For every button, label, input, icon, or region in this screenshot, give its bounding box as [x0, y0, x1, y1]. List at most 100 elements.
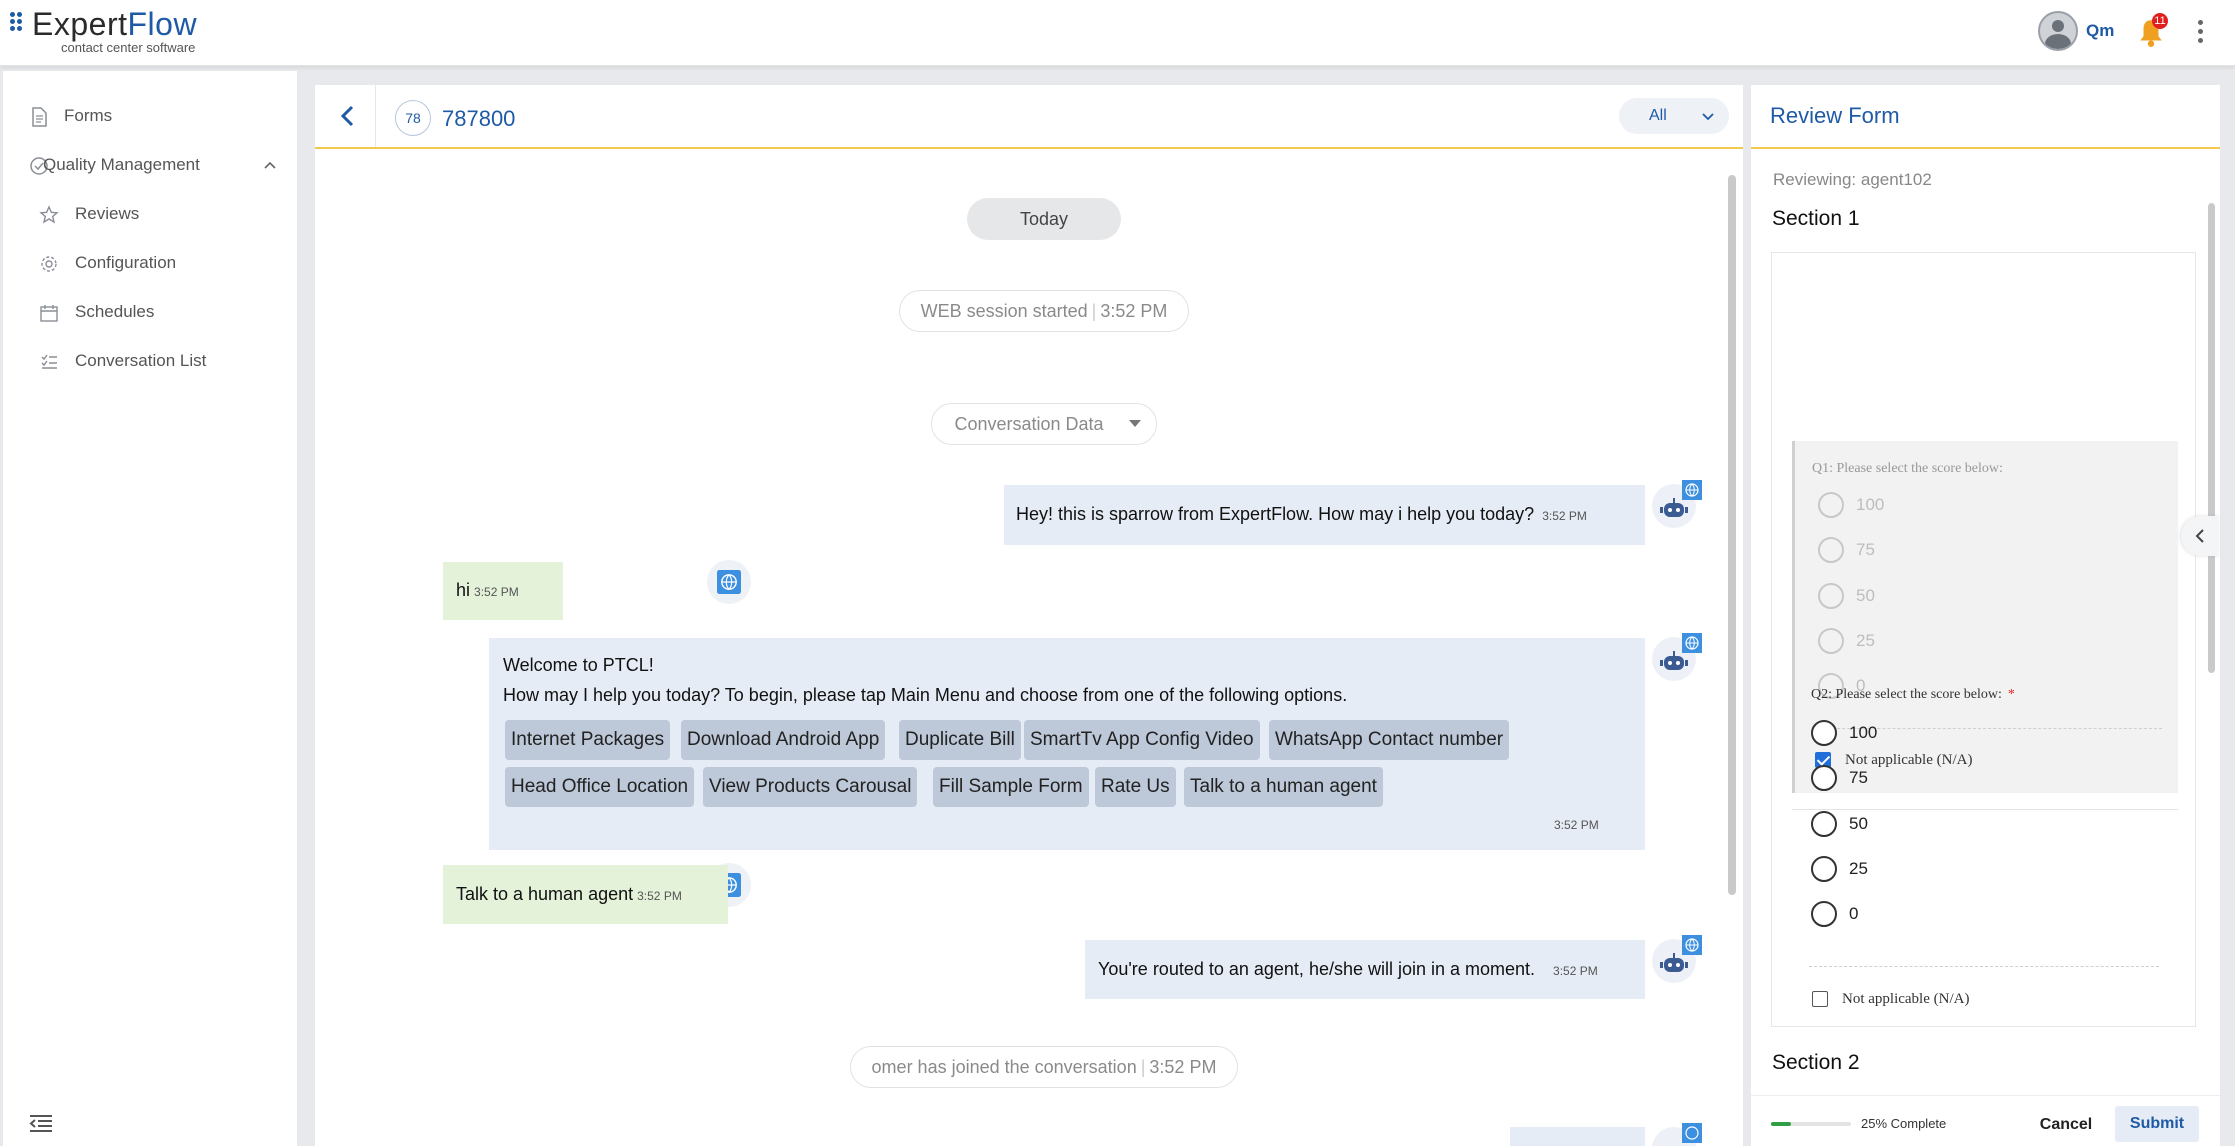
- customer-avatar: [707, 560, 751, 604]
- conversation-data-label: Conversation Data: [954, 414, 1104, 434]
- chevron-left-icon: [2195, 529, 2204, 543]
- quick-reply-button[interactable]: Internet Packages: [505, 720, 671, 760]
- quick-reply-button[interactable]: Head Office Location: [505, 767, 695, 807]
- bot-message: Hey! this is sparrow from ExpertFlow. Ho…: [1004, 485, 1645, 545]
- web-channel-icon: [1682, 633, 1702, 653]
- required-mark: *: [2007, 687, 2015, 702]
- message-text: hi: [456, 580, 471, 600]
- web-channel-icon: [717, 570, 741, 594]
- q1-option-50[interactable]: 50: [1818, 582, 1875, 610]
- q2-option-100[interactable]: 100: [1811, 719, 1877, 747]
- reviewing-agent: Reviewing: agent102: [1773, 170, 1932, 189]
- top-bar: ExpertFlow contact center software Qm 11: [0, 0, 2235, 66]
- caret-down-icon: [1129, 420, 1141, 427]
- option-label: 100: [1849, 723, 1878, 742]
- gear-icon: [41, 256, 57, 272]
- option-label: 100: [1856, 495, 1885, 514]
- date-separator: Today: [967, 198, 1121, 240]
- agent-joined-notice: omer has joined the conversation | 3:52 PM: [850, 1046, 1238, 1088]
- collapse-sidebar-icon[interactable]: [28, 1114, 54, 1134]
- radio-button: [1818, 628, 1844, 654]
- sidebar-item-label: Schedules: [75, 302, 155, 321]
- q2-option-0[interactable]: 0: [1811, 900, 1858, 928]
- sidebar-item-label: Quality Management: [43, 155, 200, 174]
- sidebar-item-label: Configuration: [75, 253, 177, 272]
- collapse-review-panel-button[interactable]: [2181, 516, 2219, 556]
- review-form-header: Review Form: [1751, 85, 2220, 149]
- sidebar-item-quality-management[interactable]: Quality Management: [3, 145, 297, 185]
- session-time: 3:52 PM: [1100, 301, 1168, 321]
- message-filter-select[interactable]: All: [1619, 98, 1729, 134]
- quick-reply-button[interactable]: Talk to a human agent: [1184, 767, 1383, 807]
- logo-dots-icon: [10, 12, 30, 32]
- sidebar-item-conversation-list[interactable]: Conversation List: [3, 341, 297, 381]
- bot-message: [1510, 1127, 1645, 1146]
- web-channel-icon: [1682, 935, 1702, 955]
- option-label: 50: [1849, 814, 1868, 833]
- conversation-badge: 78: [395, 100, 431, 136]
- radio-button: [1811, 901, 1837, 927]
- message-time: 3:52 PM: [474, 585, 519, 599]
- completion-progress-bar: [1771, 1122, 1851, 1126]
- quick-reply-button[interactable]: Rate Us: [1095, 767, 1176, 807]
- submit-button[interactable]: Submit: [2115, 1106, 2199, 1142]
- conversation-panel: 78 787800 All Today WEB session started |…: [315, 85, 1743, 1146]
- message-time: 3:52 PM: [637, 889, 682, 903]
- message-text: You're routed to an agent, he/she will j…: [1098, 959, 1536, 979]
- quick-reply-button[interactable]: SmartTv App Config Video: [1024, 720, 1260, 760]
- welcome-title: Welcome to PTCL!: [503, 655, 654, 675]
- message-text: Talk to a human agent: [456, 884, 634, 904]
- q2-option-75[interactable]: 75: [1811, 764, 1868, 792]
- q1-option-100[interactable]: 100: [1818, 491, 1884, 519]
- message-list[interactable]: Today WEB session started | 3:52 PM Conver…: [315, 149, 1743, 1146]
- divider: [1809, 966, 2159, 967]
- conversation-data-dropdown[interactable]: Conversation Data: [931, 403, 1157, 445]
- customer-message: Talk to a human agent 3:52 PM: [443, 865, 728, 924]
- quick-reply-button[interactable]: WhatsApp Contact number: [1269, 720, 1510, 760]
- q2-option-25[interactable]: 25: [1811, 855, 1868, 883]
- cancel-button[interactable]: Cancel: [2033, 1110, 2099, 1140]
- quick-reply-button[interactable]: View Products Carousal: [703, 767, 918, 807]
- sidebar-item-forms[interactable]: Forms: [3, 96, 297, 136]
- q1-option-25[interactable]: 25: [1818, 627, 1875, 655]
- q2-not-applicable-checkbox[interactable]: Not applicable (N/A): [1812, 989, 1969, 1009]
- review-form-title: Review Form: [1770, 103, 1900, 128]
- option-label: 50: [1856, 586, 1875, 605]
- user-menu[interactable]: Qm: [2038, 10, 2114, 52]
- question-1-label: Q1: Please select the score below:: [1812, 461, 2003, 476]
- quick-reply-button[interactable]: Download Android App: [681, 720, 886, 760]
- bot-message: You're routed to an agent, he/she will j…: [1085, 940, 1645, 999]
- session-text: WEB session started: [920, 301, 1088, 321]
- back-arrow-icon[interactable]: [335, 103, 361, 129]
- message-time: 3:52 PM: [1554, 818, 1599, 832]
- conversation-id: 787800: [442, 106, 516, 131]
- quick-reply-button[interactable]: Fill Sample Form: [933, 767, 1089, 807]
- chat-scrollbar[interactable]: [1728, 175, 1736, 895]
- sidebar-item-reviews[interactable]: Reviews: [3, 194, 297, 234]
- session-started-notice: WEB session started | 3:52 PM: [899, 290, 1189, 332]
- review-form-scrollbar[interactable]: [2208, 203, 2215, 673]
- radio-button: [1811, 856, 1837, 882]
- customer-message: hi 3:52 PM: [443, 562, 563, 620]
- progress-fill: [1771, 1122, 1791, 1126]
- option-label: 75: [1856, 540, 1875, 559]
- q1-option-75[interactable]: 75: [1818, 536, 1875, 564]
- sidebar-item-configuration[interactable]: Configuration: [3, 243, 297, 283]
- logo-tagline: contact center software: [61, 40, 196, 55]
- quick-reply-button[interactable]: Duplicate Bill: [899, 720, 1021, 760]
- sidebar: Forms Quality Management Reviews Configu…: [3, 71, 297, 1146]
- option-label: 75: [1849, 768, 1868, 787]
- checkbox-label: Not applicable (N/A): [1842, 990, 1970, 1007]
- calendar-icon: [40, 305, 58, 322]
- bot-welcome-message: Welcome to PTCL! How may I help you toda…: [489, 638, 1645, 850]
- review-form-footer: 25% Complete Cancel Submit: [1751, 1095, 2220, 1146]
- chevron-up-icon[interactable]: [263, 158, 277, 172]
- option-label: 0: [1849, 904, 1859, 923]
- web-channel-icon: [1682, 1123, 1702, 1143]
- sidebar-item-schedules[interactable]: Schedules: [3, 292, 297, 332]
- section-2-title: Section 2: [1772, 1051, 1860, 1074]
- message-time: 3:52 PM: [1553, 964, 1598, 978]
- more-options-icon[interactable]: [2196, 20, 2204, 46]
- bot-avatar: [1652, 480, 1702, 528]
- q2-option-50[interactable]: 50: [1811, 810, 1868, 838]
